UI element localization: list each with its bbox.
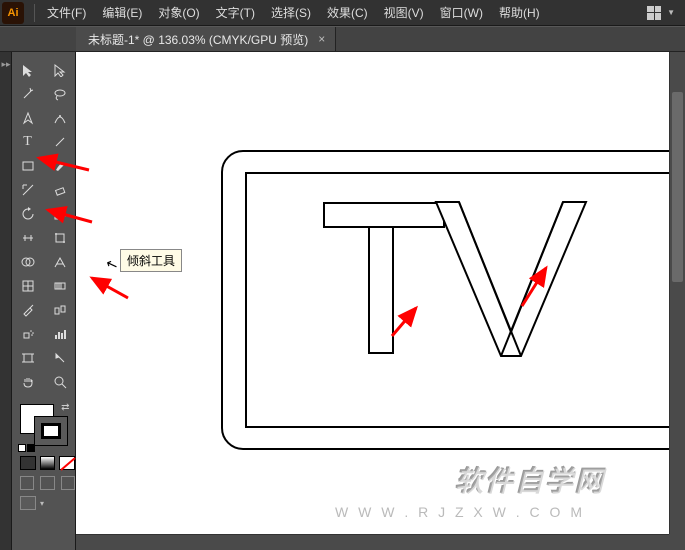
tab-gutter <box>0 27 76 51</box>
main-area: ▸▸ T <box>0 52 685 550</box>
tool-panel: T ⇄ <box>12 52 76 550</box>
screen-mode-row: ▾ <box>12 490 75 510</box>
menu-file[interactable]: 文件(F) <box>39 0 94 26</box>
letter-v[interactable] <box>431 200 591 358</box>
curvature-tool[interactable] <box>46 106 74 130</box>
letter-t-bar[interactable] <box>323 202 445 228</box>
collapse-handle-icon[interactable]: ▸▸ <box>0 56 12 72</box>
type-tool[interactable]: T <box>14 130 42 154</box>
lasso-tool[interactable] <box>46 82 74 106</box>
panel-collapse-strip[interactable]: ▸▸ <box>0 52 12 550</box>
menu-object[interactable]: 对象(O) <box>150 0 207 26</box>
document-tab[interactable]: 未标题-1* @ 136.03% (CMYK/GPU 预览) × <box>76 27 336 51</box>
vertical-scrollbar[interactable] <box>669 52 685 534</box>
artboard-tool[interactable] <box>14 346 42 370</box>
title-bar: Ai 文件(F) 编辑(E) 对象(O) 文字(T) 选择(S) 效果(C) 视… <box>0 0 685 26</box>
hand-tool[interactable] <box>14 370 42 394</box>
draw-behind[interactable] <box>40 476 54 490</box>
zoom-tool[interactable] <box>46 370 74 394</box>
close-icon[interactable]: × <box>318 32 325 46</box>
shape-builder-tool[interactable] <box>14 250 42 274</box>
color-mode-gradient[interactable] <box>40 456 56 470</box>
chevron-down-icon[interactable]: ▾ <box>40 499 44 508</box>
annotation-arrow-icon <box>86 274 132 302</box>
blend-tool[interactable] <box>46 298 74 322</box>
watermark-text: 软件自学网 <box>455 460 605 500</box>
selection-tool[interactable] <box>14 58 42 82</box>
default-fill-stroke-icon[interactable] <box>18 444 35 452</box>
draw-mode-row <box>12 470 75 490</box>
workspace-switcher-icon[interactable] <box>647 6 661 20</box>
rounded-rect-outer[interactable] <box>221 150 685 450</box>
menu-view[interactable]: 视图(V) <box>376 0 432 26</box>
tool-tooltip: 倾斜工具 <box>120 249 182 272</box>
scroll-corner <box>669 534 685 550</box>
app-logo: Ai <box>2 2 24 24</box>
pen-tool[interactable] <box>14 106 42 130</box>
draw-normal[interactable] <box>20 476 34 490</box>
menu-select[interactable]: 选择(S) <box>263 0 319 26</box>
menu-type[interactable]: 文字(T) <box>208 0 263 26</box>
magic-wand-tool[interactable] <box>14 82 42 106</box>
rotate-tool[interactable] <box>14 202 42 226</box>
rectangle-tool[interactable] <box>14 154 42 178</box>
color-mode-none[interactable] <box>59 456 75 470</box>
watermark-url: W W W . R J Z X W . C O M <box>335 504 585 520</box>
gradient-tool[interactable] <box>46 274 74 298</box>
horizontal-scrollbar[interactable] <box>76 534 669 550</box>
column-graph-tool[interactable] <box>46 322 74 346</box>
free-transform-tool[interactable] <box>46 226 74 250</box>
separator <box>34 4 35 22</box>
cursor-icon: ↖ <box>103 255 120 275</box>
menu-help[interactable]: 帮助(H) <box>491 0 548 26</box>
canvas[interactable]: ↖ 倾斜工具 软件自学网 W W W . R J Z X W . C O M <box>76 52 685 550</box>
perspective-grid-tool[interactable] <box>46 250 74 274</box>
eyedropper-tool[interactable] <box>14 298 42 322</box>
scrollbar-thumb[interactable] <box>672 92 683 282</box>
slice-tool[interactable] <box>46 346 74 370</box>
stroke-swatch[interactable] <box>34 416 68 446</box>
line-segment-tool[interactable] <box>46 130 74 154</box>
menu-window[interactable]: 窗口(W) <box>432 0 491 26</box>
swap-fill-stroke-icon[interactable]: ⇄ <box>61 402 69 413</box>
document-tab-title: 未标题-1* @ 136.03% (CMYK/GPU 预览) <box>88 31 308 48</box>
color-mode-row <box>12 456 75 470</box>
shaper-tool[interactable] <box>14 178 42 202</box>
symbol-sprayer-tool[interactable] <box>14 322 42 346</box>
width-tool[interactable] <box>14 226 42 250</box>
eraser-tool[interactable] <box>46 178 74 202</box>
color-mode-solid[interactable] <box>20 456 36 470</box>
scale-tool[interactable] <box>46 202 74 226</box>
draw-inside[interactable] <box>61 476 75 490</box>
fill-stroke-swatch[interactable]: ⇄ <box>14 400 74 452</box>
screen-mode-button[interactable] <box>20 496 36 510</box>
direct-selection-tool[interactable] <box>46 58 74 82</box>
paintbrush-tool[interactable] <box>46 154 74 178</box>
mesh-tool[interactable] <box>14 274 42 298</box>
document-tab-bar: 未标题-1* @ 136.03% (CMYK/GPU 预览) × <box>0 26 685 52</box>
chevron-down-icon[interactable]: ▼ <box>667 8 675 17</box>
menu-edit[interactable]: 编辑(E) <box>94 0 150 26</box>
menu-effect[interactable]: 效果(C) <box>319 0 376 26</box>
